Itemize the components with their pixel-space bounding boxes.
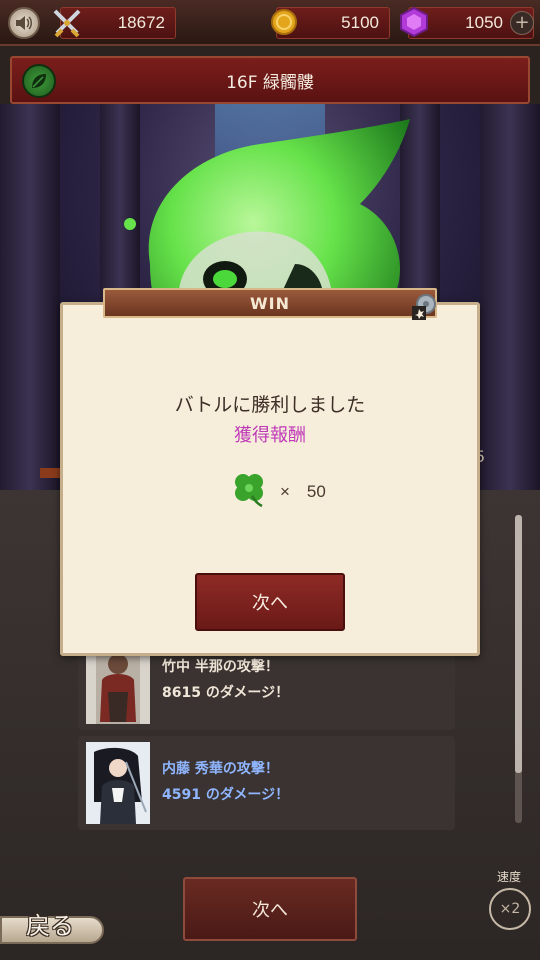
reward-quantity: × 50 [280, 481, 326, 501]
purple-gem-icon [400, 7, 428, 37]
leaf-icon [32, 74, 46, 88]
back-button-label[interactable]: 戻る [26, 906, 74, 941]
log-line-attack: 内藤 秀華の攻撃！ [162, 761, 279, 777]
crossed-swords-icon [53, 9, 81, 38]
cathedral-pillar-right [480, 104, 540, 490]
speed-label: 速度 [497, 870, 522, 884]
power-value: 18672 [117, 13, 165, 32]
battle-log-entry: 内藤 秀華の攻撃！ 4591 のダメージ！ [78, 736, 455, 830]
top-resource-bar: 18672 5100 1050 + [0, 0, 540, 46]
gear-flower-ornament-icon [412, 294, 436, 320]
speed-toggle-button[interactable]: ×2 [489, 888, 531, 930]
next-button-bottom-label: 次へ [252, 900, 288, 921]
plus-icon: + [514, 12, 530, 33]
log-line-attack: 竹中 半那の攻撃！ [162, 659, 279, 675]
character-portrait-naito [86, 742, 150, 824]
next-button-bottom[interactable]: 次へ [183, 877, 357, 941]
clover-icon [235, 474, 263, 508]
floor-title: 16F 緑髑髏 [226, 72, 314, 93]
coin-value: 5100 [341, 13, 379, 32]
log-scrollbar-thumb[interactable] [515, 515, 522, 773]
speaker-icon [16, 16, 32, 30]
log-line-damage: 4591 のダメージ！ [162, 787, 290, 803]
log-line-damage: 8615 のダメージ！ [162, 685, 290, 701]
win-banner: WIN [103, 288, 437, 318]
add-gems-button[interactable]: + [510, 11, 534, 35]
win-banner-title: WIN [250, 293, 290, 313]
next-button[interactable]: 次へ [195, 573, 345, 631]
cathedral-pillar-left [0, 104, 60, 490]
speed-value: ×2 [499, 901, 521, 917]
sound-toggle-button[interactable] [8, 7, 40, 39]
gold-coin-icon [271, 9, 297, 35]
gem-value: 1050 [465, 13, 503, 32]
leaf-element-badge [22, 64, 56, 98]
reward-title: 獲得報酬 [234, 425, 306, 446]
victory-message: バトルに勝利しました [174, 394, 366, 416]
floor-banner: 16F 緑髑髏 [10, 56, 530, 104]
next-button-label: 次へ [252, 593, 288, 614]
reward-item: × 50 [230, 470, 350, 508]
